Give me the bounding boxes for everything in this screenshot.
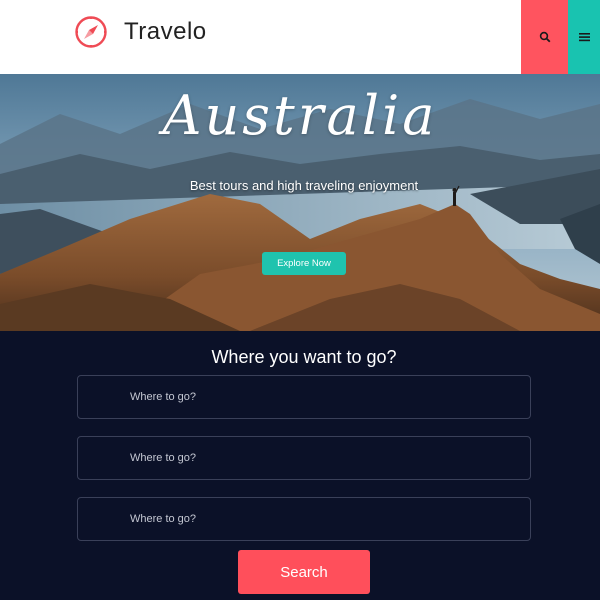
brand-name: Travelo: [124, 18, 207, 45]
header-menu-button[interactable]: [568, 0, 600, 74]
hero-subtitle: Best tours and high traveling enjoyment: [189, 178, 419, 193]
header-search-button[interactable]: [521, 0, 568, 74]
hamburger-menu-icon: [578, 33, 590, 42]
search-icon: [539, 31, 550, 43]
search-section: Where you want to go? Where to go? Where…: [0, 331, 600, 600]
destination-placeholder-3: Where to go?: [130, 513, 197, 525]
hero-title: Australia: [162, 84, 438, 147]
destination-field-2[interactable]: Where to go?: [77, 436, 531, 480]
site-header: Travelo: [0, 0, 600, 74]
brand[interactable]: Travelo: [74, 12, 207, 52]
explore-now-button[interactable]: Explore Now: [262, 252, 346, 275]
compass-icon: [75, 16, 107, 48]
destination-placeholder-1: Where to go?: [130, 391, 197, 403]
hero-banner: Australia Best tours and high traveling …: [0, 74, 600, 331]
search-title: Where you want to go?: [211, 347, 397, 367]
destination-field-3[interactable]: Where to go?: [77, 497, 531, 541]
destination-field-1[interactable]: Where to go?: [77, 375, 531, 419]
search-submit-button[interactable]: Search: [238, 550, 370, 594]
destination-placeholder-2: Where to go?: [130, 452, 197, 464]
